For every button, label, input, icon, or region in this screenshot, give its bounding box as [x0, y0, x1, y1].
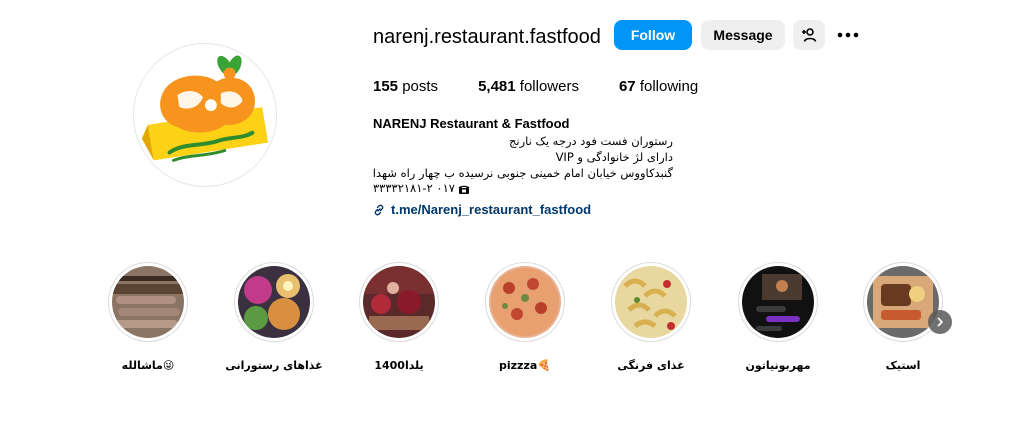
bio-line: گنبدکاووس خیابان امام خمینی جنوبی نرسیده… — [372, 165, 673, 180]
highlight-item[interactable]: ماشالله😜 — [108, 262, 188, 372]
highlight-label: یلدا1400 — [374, 359, 424, 372]
highlight-ring — [611, 262, 691, 342]
pizza-photo-icon — [489, 266, 561, 338]
posts-label: posts — [402, 78, 439, 95]
bio-name: NARENJ Restaurant & Fastfood — [373, 116, 570, 131]
bio-phone-row: ۰۱۷ ۳۳۳۳۲۱۸۱-۲ — [373, 181, 673, 197]
suggested-accounts-button[interactable] — [793, 20, 825, 50]
highlight-item[interactable]: یلدا1400 — [359, 262, 439, 372]
posts-stat: 155 posts — [373, 78, 438, 95]
profile-username: narenj.restaurant.fastfood — [373, 26, 601, 48]
bio-text: رستوران فست فود درجه یک نارنج دارای لژ خ… — [373, 134, 673, 197]
dishes-photo-icon — [238, 266, 310, 338]
highlight-ring — [108, 262, 188, 342]
ellipsis-icon — [837, 32, 859, 38]
chevron-right-icon — [937, 317, 943, 327]
yalda-photo-icon — [363, 266, 435, 338]
followers-stat[interactable]: 5,481 followers — [478, 78, 579, 95]
pasta-photo-icon — [615, 266, 687, 338]
chat-screenshot-photo-icon — [742, 266, 814, 338]
bio-link-text: t.me/Narenj_restaurant_fastfood — [391, 202, 592, 217]
following-count: 67 — [618, 78, 636, 95]
highlight-item[interactable]: مهربونیاتون — [738, 262, 818, 372]
highlight-ring — [359, 262, 439, 342]
highlight-label: استیک — [885, 359, 921, 372]
highlight-item[interactable]: غذاهای رستورانی — [225, 262, 323, 372]
follow-button[interactable]: Follow — [614, 20, 692, 50]
bio-link[interactable]: t.me/Narenj_restaurant_fastfood — [373, 202, 591, 217]
highlight-label: غذاهای رستورانی — [225, 359, 323, 372]
story-highlights: ماشالله😜 غذاهای رستورانی یلدا1400 pizzza… — [0, 262, 1024, 392]
following-label: following — [639, 78, 699, 95]
highlight-ring — [738, 262, 818, 342]
link-icon — [374, 204, 384, 215]
bio-phone: ۰۱۷ ۳۳۳۳۲۱۸۱-۲ — [373, 181, 455, 196]
profile-avatar[interactable] — [133, 43, 277, 187]
posts-count: 155 — [373, 78, 399, 95]
narenj-logo-icon — [141, 55, 269, 162]
more-options-button[interactable] — [836, 24, 860, 46]
bio-line: دارای لژ خانوادگی و VIP — [555, 149, 673, 164]
followers-label: followers — [519, 78, 579, 95]
message-button[interactable]: Message — [701, 20, 785, 50]
telephone-icon — [458, 185, 470, 194]
highlight-label: ماشالله😜 — [121, 359, 175, 372]
highlight-label: غذای فرنگی — [617, 359, 685, 372]
bio-line: رستوران فست فود درجه یک نارنج — [508, 134, 673, 148]
highlight-item[interactable]: pizzza🍕 — [485, 262, 565, 372]
person-plus-icon — [802, 28, 817, 42]
followers-count: 5,481 — [478, 78, 516, 95]
highlight-item[interactable]: غذای فرنگی — [611, 262, 691, 372]
highlight-label: pizzza🍕 — [499, 359, 551, 372]
kebab-photo-icon — [112, 266, 184, 338]
highlight-ring — [234, 262, 314, 342]
profile-page: narenj.restaurant.fastfood Follow Messag… — [0, 0, 1024, 425]
following-stat[interactable]: 67 following — [619, 78, 698, 95]
profile-stats: 155 posts 5,481 followers 67 following — [373, 78, 738, 95]
highlight-ring — [485, 262, 565, 342]
highlights-next-button[interactable] — [928, 310, 952, 334]
highlight-label: مهربونیاتون — [745, 359, 811, 372]
